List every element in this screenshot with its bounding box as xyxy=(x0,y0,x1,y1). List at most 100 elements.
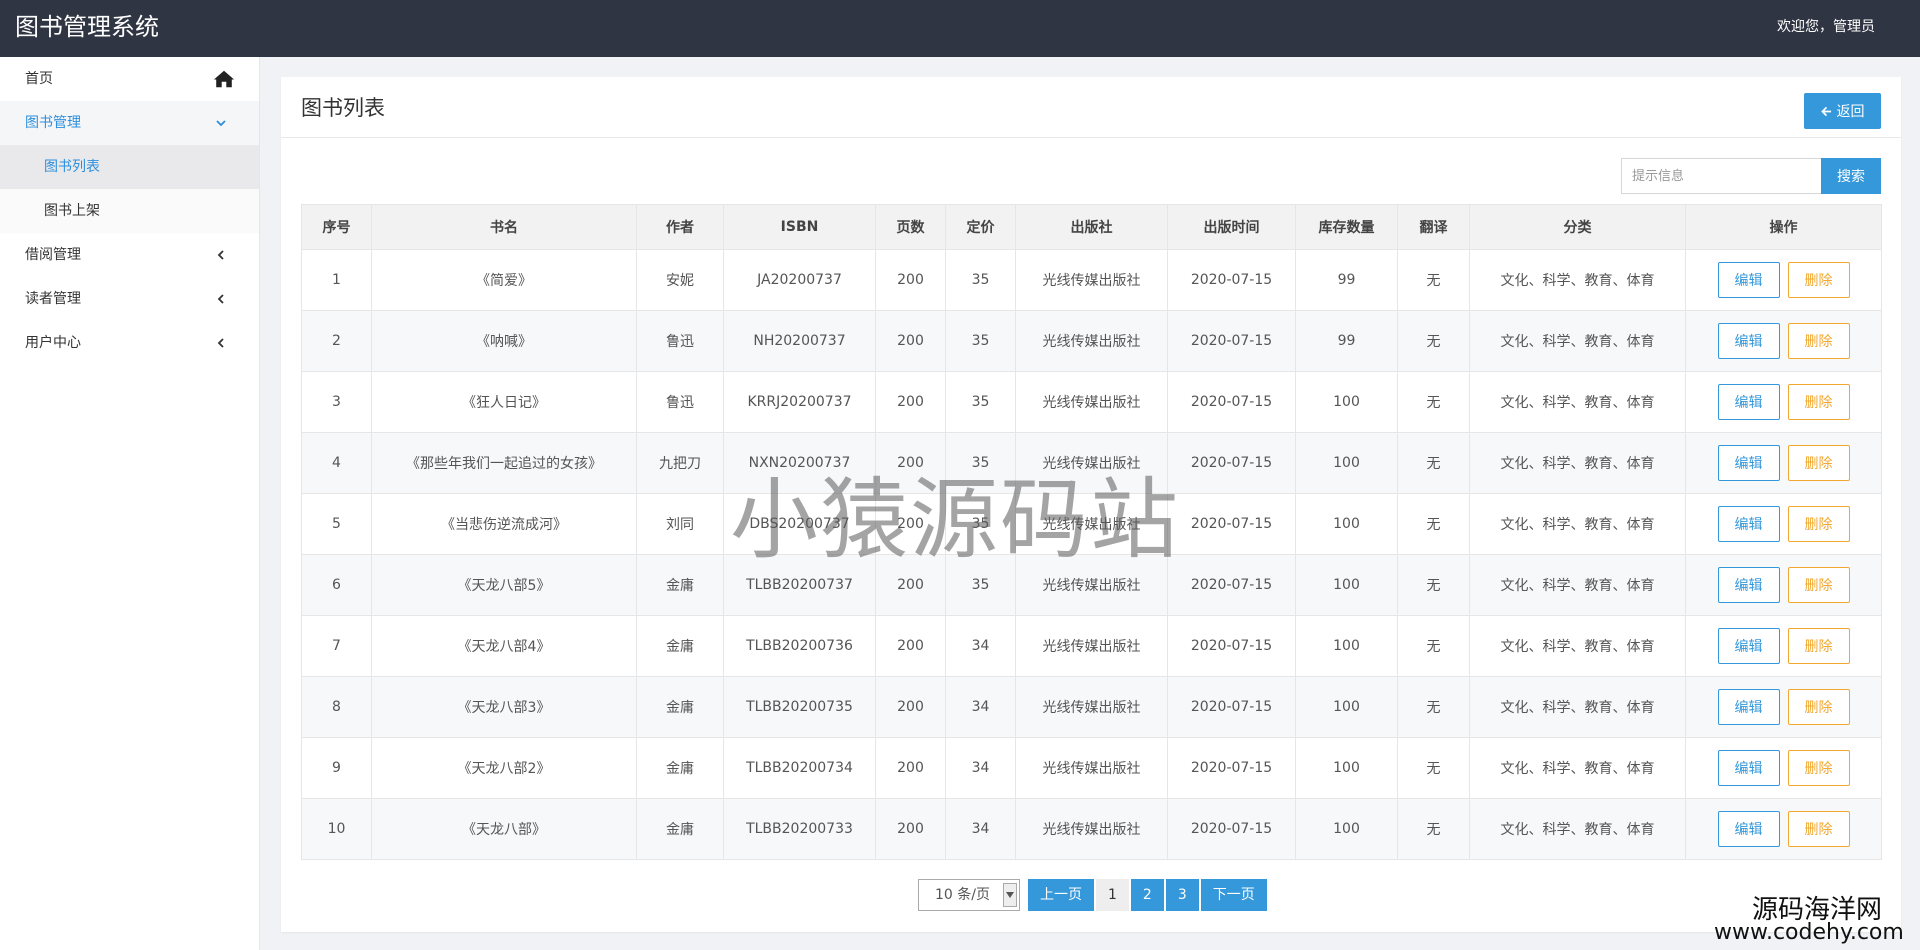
delete-button[interactable]: 删除 xyxy=(1787,750,1850,786)
sidebar-item-label: 用户中心 xyxy=(25,335,81,351)
table-cell: 金庸 xyxy=(636,676,724,738)
table-cell: 35 xyxy=(945,371,1016,433)
delete-button[interactable]: 删除 xyxy=(1787,689,1850,725)
page-button-1[interactable]: 1 xyxy=(1096,879,1129,911)
delete-button[interactable]: 删除 xyxy=(1787,445,1850,481)
table-row: 8 《天龙八部3》 金庸 TLBB20200735 200 34 光线传媒出版社 2020-0… xyxy=(301,676,1882,738)
edit-button[interactable]: 编辑 xyxy=(1717,750,1780,786)
table-header: 序号 书名 作者 ISBN 页数 定价 出版社 出版时间 库存数量 翻译 分类 操作 xyxy=(301,204,1882,250)
table-cell: TLBB20200734 xyxy=(723,737,876,799)
column-header: 作者 xyxy=(636,204,724,250)
column-header: 出版社 xyxy=(1015,204,1168,250)
table-cell: 100 xyxy=(1295,798,1398,860)
table-cell: 34 xyxy=(945,798,1016,860)
table-cell: 2020-07-15 xyxy=(1167,554,1296,616)
table-cell: 无 xyxy=(1397,432,1470,494)
delete-button[interactable]: 删除 xyxy=(1787,384,1850,420)
sidebar-item-borrow-management[interactable]: 借阅管理 xyxy=(0,233,259,277)
edit-button[interactable]: 编辑 xyxy=(1717,811,1780,847)
next-page-button[interactable]: 下一页 xyxy=(1200,879,1267,911)
table-cell: 光线传媒出版社 xyxy=(1015,676,1168,738)
back-button[interactable]: 返回 xyxy=(1804,93,1881,129)
table-cell: 无 xyxy=(1397,371,1470,433)
edit-button[interactable]: 编辑 xyxy=(1717,262,1780,298)
sidebar-item-label: 借阅管理 xyxy=(25,247,81,263)
page-size-value: 10 条/页 xyxy=(935,887,990,903)
table-cell: 99 xyxy=(1295,310,1398,372)
edit-button[interactable]: 编辑 xyxy=(1717,567,1780,603)
table-cell-actions: 编辑 删除 xyxy=(1685,615,1882,677)
edit-button[interactable]: 编辑 xyxy=(1717,628,1780,664)
column-header: ISBN xyxy=(723,204,876,250)
table-cell: 200 xyxy=(875,371,946,433)
column-header: 定价 xyxy=(945,204,1016,250)
table-cell: 34 xyxy=(945,737,1016,799)
table-cell: 100 xyxy=(1295,737,1398,799)
table-cell: 光线传媒出版社 xyxy=(1015,371,1168,433)
table-cell: 2020-07-15 xyxy=(1167,493,1296,555)
table-cell: NH20200737 xyxy=(723,310,876,372)
edit-button[interactable]: 编辑 xyxy=(1717,445,1780,481)
table-cell: 8 xyxy=(301,676,372,738)
delete-button[interactable]: 删除 xyxy=(1787,811,1850,847)
sidebar-item-reader-management[interactable]: 读者管理 xyxy=(0,277,259,321)
sidebar-item-label: 图书管理 xyxy=(25,115,81,131)
edit-button[interactable]: 编辑 xyxy=(1717,689,1780,725)
sidebar-item-book-management[interactable]: 图书管理 xyxy=(0,101,259,145)
search-input[interactable] xyxy=(1621,158,1821,194)
search-button[interactable]: 搜索 xyxy=(1821,158,1881,194)
table-cell: 4 xyxy=(301,432,372,494)
sidebar-subitem-book-list[interactable]: 图书列表 xyxy=(0,145,259,189)
delete-button[interactable]: 删除 xyxy=(1787,567,1850,603)
table-cell: 10 xyxy=(301,798,372,860)
table-cell: 35 xyxy=(945,310,1016,372)
table-cell: 2020-07-15 xyxy=(1167,737,1296,799)
page-button-2[interactable]: 2 xyxy=(1130,879,1164,911)
table-cell-actions: 编辑 删除 xyxy=(1685,554,1882,616)
table-cell: 九把刀 xyxy=(636,432,724,494)
sidebar-subitem-book-shelving[interactable]: 图书上架 xyxy=(0,189,259,233)
sidebar-item-home[interactable]: 首页 xyxy=(0,57,259,101)
edit-button[interactable]: 编辑 xyxy=(1717,384,1780,420)
panel-header: 图书列表 返回 xyxy=(281,77,1901,138)
delete-button[interactable]: 删除 xyxy=(1787,506,1850,542)
table-cell: 35 xyxy=(945,249,1016,311)
table-cell: 《天龙八部2》 xyxy=(371,737,637,799)
chevron-down-icon xyxy=(1003,883,1017,907)
table-cell: 文化、科学、教育、体育 xyxy=(1469,615,1686,677)
page-size-select[interactable]: 10 条/页 xyxy=(918,879,1020,911)
table-cell: 《那些年我们一起追过的女孩》 xyxy=(371,432,637,494)
table-cell: 5 xyxy=(301,493,372,555)
table-cell: 无 xyxy=(1397,798,1470,860)
table-cell: TLBB20200736 xyxy=(723,615,876,677)
table-cell: 光线传媒出版社 xyxy=(1015,310,1168,372)
table-cell: 文化、科学、教育、体育 xyxy=(1469,432,1686,494)
column-header: 分类 xyxy=(1469,204,1686,250)
table-cell: 100 xyxy=(1295,676,1398,738)
sidebar-item-user-center[interactable]: 用户中心 xyxy=(0,321,259,365)
edit-button[interactable]: 编辑 xyxy=(1717,506,1780,542)
arrow-left-icon xyxy=(1820,106,1831,116)
table-cell-actions: 编辑 删除 xyxy=(1685,432,1882,494)
table-cell: 200 xyxy=(875,798,946,860)
table-cell: 2 xyxy=(301,310,372,372)
table-cell: 无 xyxy=(1397,737,1470,799)
table-cell: 200 xyxy=(875,615,946,677)
table-cell: 99 xyxy=(1295,249,1398,311)
watermark-center: 小猿源码站 xyxy=(730,468,1181,571)
table-cell: 鲁迅 xyxy=(636,310,724,372)
table-cell: 文化、科学、教育、体育 xyxy=(1469,798,1686,860)
table-cell: 2020-07-15 xyxy=(1167,249,1296,311)
table-cell: 无 xyxy=(1397,493,1470,555)
edit-button[interactable]: 编辑 xyxy=(1717,323,1780,359)
page-button-3[interactable]: 3 xyxy=(1165,879,1199,911)
delete-button[interactable]: 删除 xyxy=(1787,323,1850,359)
delete-button[interactable]: 删除 xyxy=(1787,262,1850,298)
table-cell-actions: 编辑 删除 xyxy=(1685,798,1882,860)
column-header: 翻译 xyxy=(1397,204,1470,250)
delete-button[interactable]: 删除 xyxy=(1787,628,1850,664)
table-cell: KRRJ20200737 xyxy=(723,371,876,433)
table-cell: 文化、科学、教育、体育 xyxy=(1469,310,1686,372)
back-button-label: 返回 xyxy=(1836,104,1865,120)
prev-page-button[interactable]: 上一页 xyxy=(1028,879,1094,911)
